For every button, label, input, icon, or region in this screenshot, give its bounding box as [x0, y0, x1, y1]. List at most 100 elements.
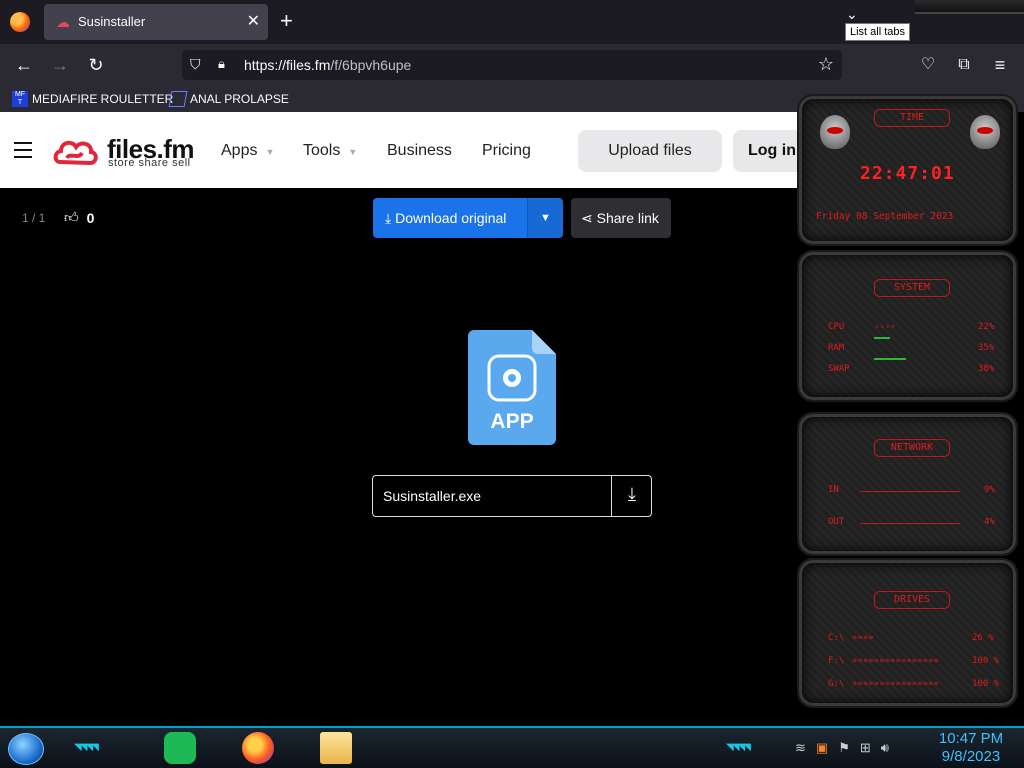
drive-c-label: C:\ — [828, 633, 845, 643]
system-tray: ≋ ▣ ⚑ ⊞ 🔊︎ — [795, 740, 889, 756]
upload-files-button[interactable]: Upload files — [578, 130, 722, 172]
forward-arrow-icon[interactable]: → — [48, 53, 72, 77]
file-explorer-icon[interactable] — [320, 732, 352, 764]
net-out-label: OUT — [828, 517, 845, 527]
show-hidden-icons-icon[interactable]: ≋ — [795, 740, 806, 756]
ram-label: RAM — [828, 343, 845, 353]
swap-value: 38% — [978, 364, 995, 374]
firefox-menu-icon[interactable] — [10, 12, 30, 32]
bookmark-label: MEDIAFIRE ROULETTER — [32, 92, 174, 106]
start-button[interactable] — [8, 733, 44, 765]
download-options-dropdown[interactable]: ▼ — [527, 198, 563, 238]
volume-icon[interactable]: 🔊︎ — [881, 740, 889, 756]
nav-apps-label: Apps — [221, 142, 258, 159]
time-panel: TIME 22:47:01 Friday 08 September 2023 — [797, 94, 1018, 246]
net-out-value: 4% — [984, 517, 995, 527]
navigation-toolbar: ← → ↻ ⛉ 🔒︎ https://files.fm/f/6bpvh6upe … — [0, 44, 1024, 86]
download-icon: ⤓ — [385, 210, 392, 226]
nav-tools[interactable]: Tools ▼ — [303, 142, 357, 160]
taskbar: ◥◥◥◥ ◥◥◥◥ ≋ ▣ ⚑ ⊞ 🔊︎ 10:47 PM 9/8/2023 — [0, 726, 1024, 768]
alien-head-icon — [970, 115, 1000, 149]
cpu-bar: ›››› — [874, 322, 896, 332]
net-in-label: IN — [828, 485, 839, 495]
extensions-icon[interactable]: ⧉ — [952, 53, 976, 77]
system-heading: SYSTEM — [874, 279, 950, 297]
taskbar-decoration: ◥◥◥◥ — [74, 742, 99, 753]
mediafire-bookmark-icon: MF T — [12, 91, 28, 107]
file-name-box: Susinstaller.exe ⤓ — [372, 475, 652, 517]
file-type-label: APP — [490, 410, 533, 433]
download-label: Download original — [395, 210, 507, 226]
network-icon[interactable]: ⊞ — [860, 740, 871, 756]
list-all-tabs-tooltip: List all tabs — [845, 23, 911, 41]
share-link-button[interactable]: ⋖ Share link — [571, 198, 671, 238]
ram-value: 35% — [978, 343, 995, 353]
spotify-icon[interactable] — [164, 732, 196, 764]
file-name: Susinstaller.exe — [383, 488, 482, 504]
net-in-graph — [860, 491, 960, 492]
time-heading: TIME — [874, 109, 950, 127]
action-center-flag-icon[interactable]: ⚑ — [838, 740, 850, 756]
caret-down-icon: ▼ — [540, 212, 551, 224]
bookmark-anal-prolapse[interactable]: ANAL PROLAPSE — [168, 91, 289, 107]
drive-f-value: 100 % — [972, 656, 1000, 666]
tab-susinstaller[interactable]: ☁ Susinstaller ✕ — [44, 4, 268, 40]
nav-tools-label: Tools — [303, 142, 341, 159]
nav-pricing[interactable]: Pricing — [482, 142, 531, 160]
gadget-date: Friday 08 September 2023 — [816, 211, 954, 222]
new-tab-button[interactable]: + — [280, 10, 293, 32]
gadget-time: 22:47:01 — [860, 163, 955, 184]
files-fm-favicon-icon: ☁ — [56, 14, 70, 30]
download-icon[interactable]: ⤓ — [620, 484, 644, 508]
nav-apps[interactable]: Apps ▼ — [221, 142, 274, 160]
chevron-down-icon: ▼ — [348, 147, 358, 157]
bookmark-label: ANAL PROLAPSE — [190, 92, 289, 106]
tracking-shield-icon[interactable]: ⛉ — [190, 56, 201, 73]
lock-icon[interactable]: 🔒︎ — [218, 56, 225, 72]
drive-c-value: 26 % — [972, 633, 994, 643]
tab-title: Susinstaller — [78, 14, 146, 29]
site-header: files.fm store share sell Apps ▼ Tools ▼ B… — [0, 112, 823, 188]
download-original-button[interactable]: ⤓ Download original — [373, 198, 527, 238]
drives-heading: DRIVES — [874, 591, 950, 609]
address-bar[interactable]: ⛉ 🔒︎ https://files.fm/f/6bpvh6upe ☆ — [182, 50, 842, 80]
ram-bar — [874, 337, 890, 339]
bookmark-star-icon[interactable]: ☆ — [818, 54, 834, 75]
like-count: 0 — [86, 209, 95, 226]
divider — [611, 476, 612, 516]
app-file-icon: APP — [468, 330, 556, 445]
hamburger-menu-icon[interactable] — [14, 142, 32, 158]
network-panel: NETWORK IN 9% OUT 4% — [797, 412, 1018, 556]
tab-bar: ☁ Susinstaller ✕ + ⌄ List all tabs — [0, 0, 1024, 44]
back-arrow-icon[interactable]: ← — [12, 53, 36, 77]
system-monitor-gadget: TIME 22:47:01 Friday 08 September 2023 S… — [793, 92, 1024, 712]
page-counter: 1 / 1 — [22, 211, 46, 225]
url-text[interactable]: https://files.fm/f/6bpvh6upe — [244, 57, 411, 73]
bookmark-icon — [168, 91, 188, 107]
alien-head-icon — [820, 115, 850, 149]
clock-date: 9/8/2023 — [941, 748, 1001, 765]
app-tray-icon[interactable]: ▣ — [816, 740, 828, 756]
share-label: Share link — [596, 210, 659, 226]
drives-panel: DRIVES C:\ »»»» 26 % F:\ »»»»»»»»»»»»»»»… — [797, 558, 1018, 708]
files-fm-logo-icon[interactable] — [52, 136, 100, 168]
drive-f-label: F:\ — [828, 656, 845, 666]
thumbs-up-icon: 👍︎ — [64, 209, 79, 225]
swap-bar — [874, 358, 906, 360]
bookmark-mediafire-rouletter[interactable]: MF T MEDIAFIRE ROULETTER — [12, 91, 173, 107]
drive-f-bar: »»»»»»»»»»»»»»»» — [852, 656, 939, 666]
app-menu-icon[interactable]: ≡ — [988, 53, 1012, 77]
taskbar-clock[interactable]: 10:47 PM 9/8/2023 — [934, 730, 1008, 766]
reload-icon[interactable]: ↻ — [84, 53, 108, 77]
like-button[interactable]: 👍︎ 0 — [64, 209, 94, 226]
desktop-top-decoration — [915, 0, 1024, 14]
taskbar-decoration: ◥◥◥◥ — [726, 742, 751, 753]
tab-close-icon[interactable]: ✕ — [247, 11, 260, 31]
nav-business[interactable]: Business — [387, 142, 452, 160]
drive-g-label: G:\ — [828, 679, 845, 689]
drive-c-bar: »»»» — [852, 633, 874, 643]
firefox-taskbar-icon[interactable] — [242, 732, 274, 764]
pocket-icon[interactable]: ♡ — [916, 53, 940, 77]
cpu-label: CPU — [828, 322, 845, 332]
net-out-graph — [860, 523, 960, 524]
